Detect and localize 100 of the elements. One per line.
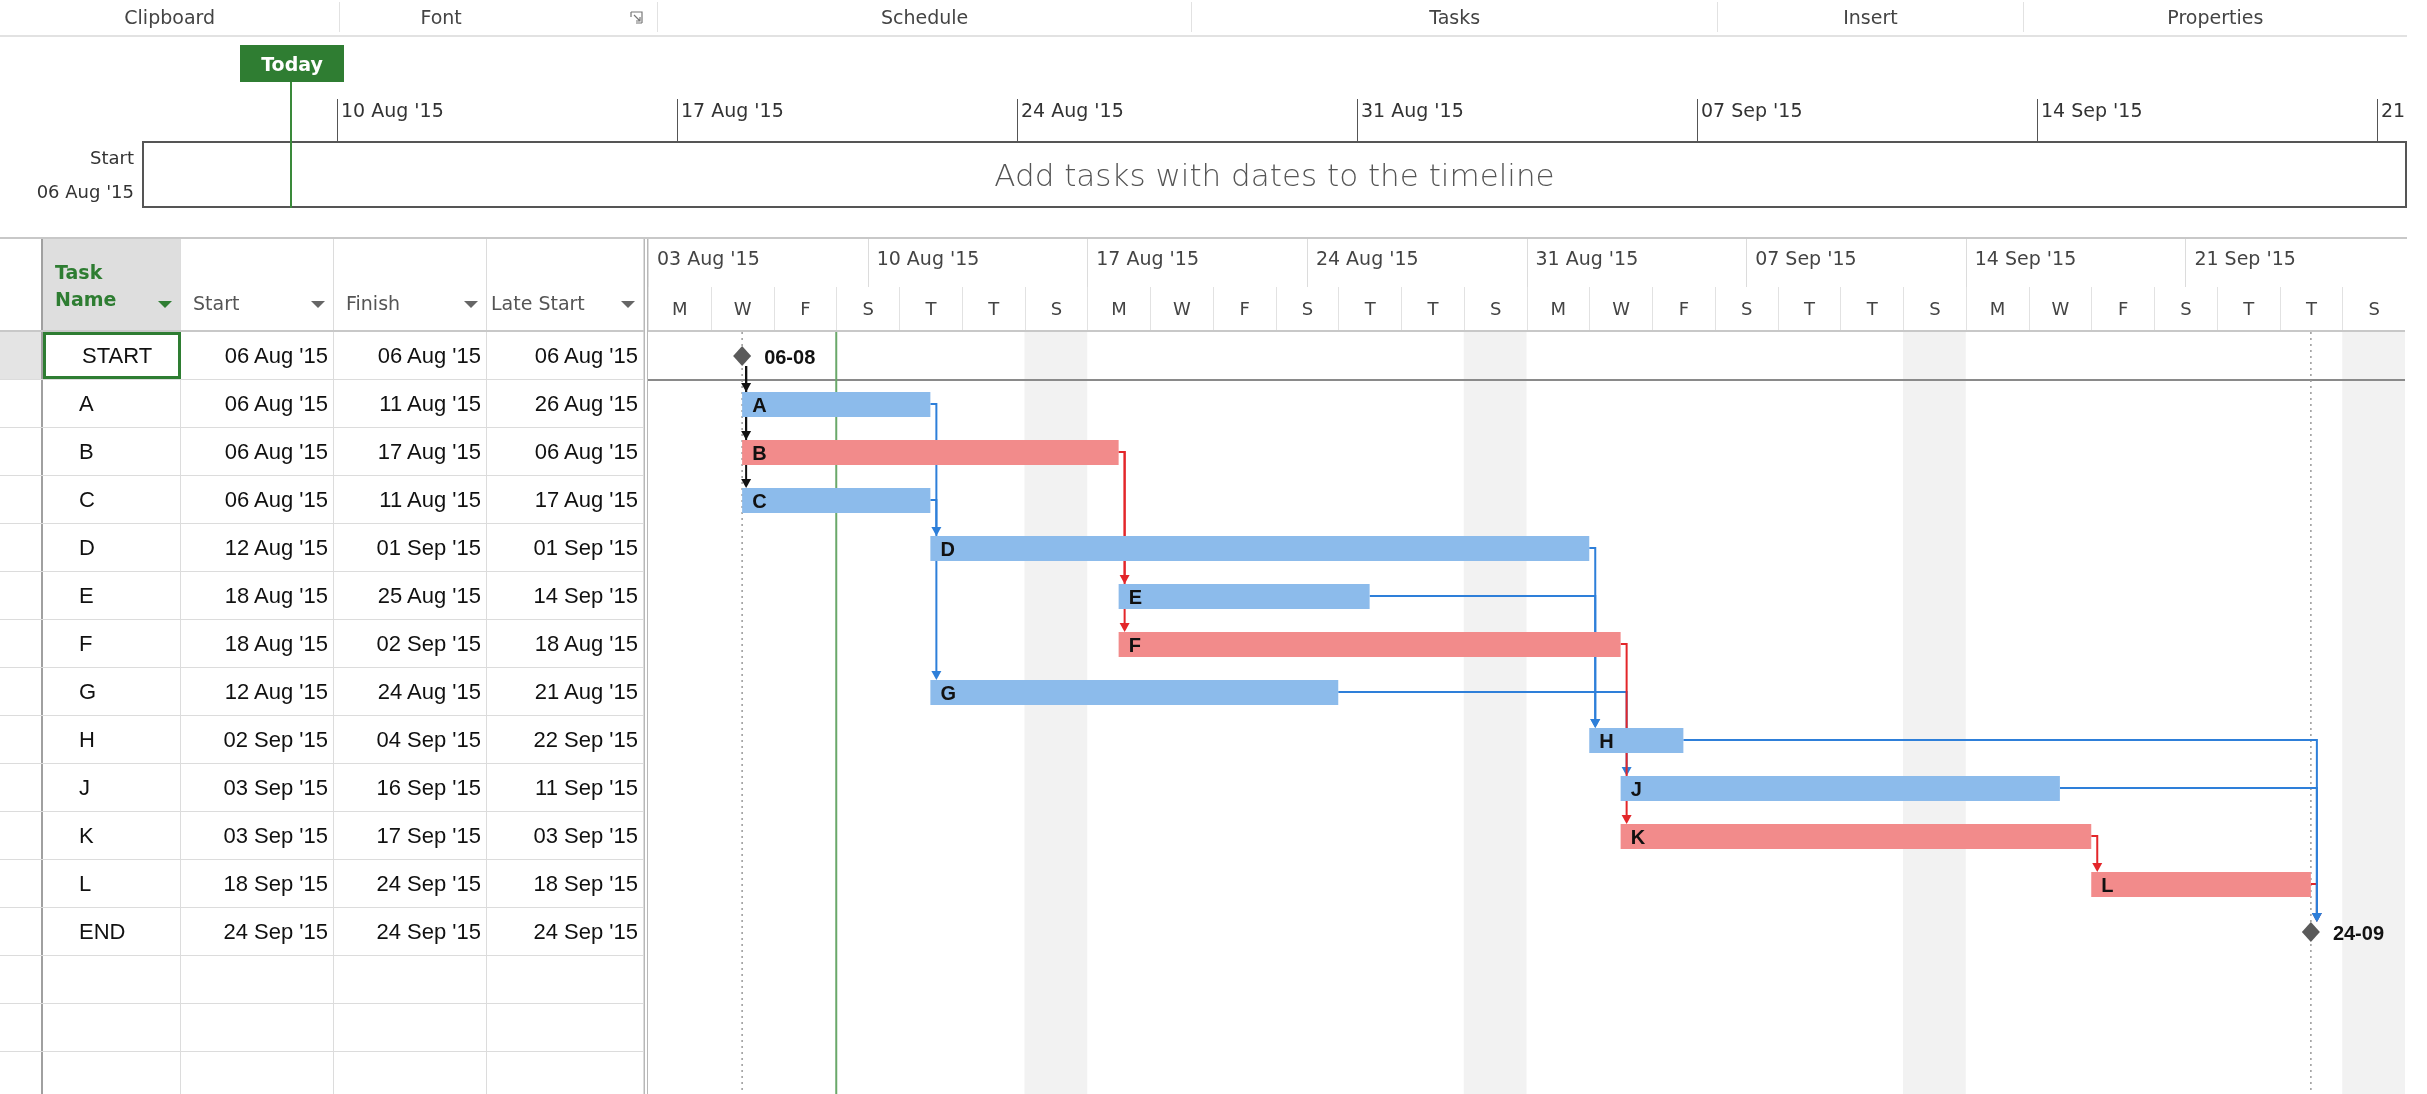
timescale-day-label: T: [1803, 298, 1815, 319]
column-header[interactable]: Task Name: [43, 239, 181, 330]
table-cell: C: [43, 476, 181, 523]
bar-label: B: [752, 442, 767, 464]
table-cell: 24 Sep '15: [181, 908, 334, 955]
table-cell: 11 Sep '15: [487, 764, 644, 811]
timescale-week-label: 24 Aug '15: [1315, 247, 1419, 269]
timescale-day-label: S: [1929, 298, 1941, 319]
timeline-date-label: 24 Aug '15: [1021, 99, 1124, 121]
table-cell: H: [43, 716, 181, 763]
timescale-week-label: 07 Sep '15: [1755, 247, 1857, 269]
dropdown-caret-icon[interactable]: [158, 301, 172, 308]
timescale-day-label: M: [672, 298, 688, 319]
bar-label: L: [2101, 874, 2114, 896]
table-cell: 06 Aug '15: [181, 332, 334, 379]
row-selector[interactable]: [0, 332, 43, 379]
timescale-week-label: 14 Sep '15: [1974, 247, 2077, 269]
timeline-placeholder: Add tasks with dates to the timeline: [994, 156, 1555, 193]
table-cell: 24 Sep '15: [334, 908, 487, 955]
timescale-day-label: S: [1301, 298, 1314, 319]
table-cell: 02 Sep '15: [334, 620, 487, 667]
dropdown-caret-icon[interactable]: [621, 301, 635, 308]
timescale-day-label: M: [1989, 298, 2006, 319]
table-cell: 18 Aug '15: [181, 572, 334, 619]
timeline-date-label: 14 Sep '15: [2041, 99, 2143, 121]
table-cell: 03 Sep '15: [487, 812, 644, 859]
dropdown-caret-icon[interactable]: [464, 301, 478, 308]
table-cell: 01 Sep '15: [487, 524, 644, 571]
table-cell: E: [43, 572, 181, 619]
table-cell: 24 Sep '15: [487, 908, 644, 955]
bar-label: G: [940, 682, 956, 704]
bar-label: F: [1128, 634, 1141, 656]
table-cell: J: [43, 764, 181, 811]
table-cell: 17 Aug '15: [487, 476, 644, 523]
table-cell: F: [43, 620, 181, 667]
table-cell: START: [43, 332, 181, 379]
table-cell: 24 Aug '15: [334, 668, 487, 715]
timeline-start-label: Start: [90, 147, 134, 169]
table-cell: 06 Aug '15: [334, 332, 487, 379]
bar-label: K: [1630, 826, 1646, 848]
timescale-day-label: F: [1239, 298, 1250, 319]
table-cell: 06 Aug '15: [181, 380, 334, 427]
milestone-label: 24-09: [2332, 922, 2385, 944]
table-cell: 11 Aug '15: [334, 380, 487, 427]
timeline-date-label: 07 Sep '15: [1701, 99, 1803, 121]
milestone-label: 06-08: [764, 346, 816, 368]
table-cell: 14 Sep '15: [487, 572, 644, 619]
table-cell: 26 Aug '15: [487, 380, 644, 427]
dialog-launcher-icon[interactable]: [630, 11, 643, 24]
timeline-date-label: 31 Aug '15: [1361, 99, 1464, 121]
timescale-day-label: T: [1364, 298, 1376, 319]
milestone-diamond-icon[interactable]: [2301, 922, 2320, 942]
bar-label: J: [1630, 778, 1642, 800]
table-cell: END: [43, 908, 181, 955]
table-cell: 06 Aug '15: [487, 332, 644, 379]
table-cell: A: [43, 380, 181, 427]
timescale-day-label: T: [2243, 298, 2255, 319]
bar-label: D: [940, 538, 955, 560]
table-cell: D: [43, 524, 181, 571]
timescale-week-label: 17 Aug '15: [1096, 247, 1199, 269]
column-header[interactable]: Finish: [334, 239, 487, 330]
table-cell: K: [43, 812, 181, 859]
timescale-day-label: M: [1111, 298, 1127, 319]
bar-label: C: [752, 490, 767, 512]
column-header[interactable]: Late Start: [487, 239, 644, 330]
table-cell: 21 Aug '15: [487, 668, 644, 715]
table-cell: 12 Aug '15: [181, 668, 334, 715]
timescale-day-label: T: [925, 298, 937, 319]
table-cell: 16 Sep '15: [334, 764, 487, 811]
timescale-week-label: 21 Sep '15: [2194, 247, 2296, 269]
table-cell: 17 Sep '15: [334, 812, 487, 859]
table-cell: 06 Aug '15: [487, 428, 644, 475]
ribbon-group-label: Clipboard: [124, 6, 216, 28]
timescale-day-label: F: [2117, 298, 2129, 319]
timescale-day-label: W: [1612, 298, 1631, 319]
timescale-week-label: 03 Aug '15: [657, 247, 760, 269]
table-cell: 12 Aug '15: [181, 524, 334, 571]
task-bar[interactable]: [1589, 728, 1684, 753]
table-cell: 18 Sep '15: [487, 860, 644, 907]
milestone-diamond-icon[interactable]: [733, 346, 752, 366]
dropdown-caret-icon[interactable]: [311, 301, 325, 308]
table-cell: 11 Aug '15: [334, 476, 487, 523]
table-cell: 17 Aug '15: [334, 428, 487, 475]
timescale-day-label: W: [733, 298, 752, 319]
timeline-bar[interactable]: Add tasks with dates to the timeline: [142, 141, 2407, 208]
table-cell: 04 Sep '15: [334, 716, 487, 763]
table-cell: 18 Aug '15: [181, 620, 334, 667]
table-cell: 03 Sep '15: [181, 812, 334, 859]
bar-label: H: [1599, 730, 1614, 752]
ribbon-group-label: Properties: [2167, 6, 2264, 28]
timescale-week-label: 31 Aug '15: [1535, 247, 1639, 269]
column-header[interactable]: Start: [181, 239, 334, 330]
table-cell: 18 Sep '15: [181, 860, 334, 907]
timescale-day-label: T: [988, 298, 1000, 319]
timeline-date-label: 21: [2381, 99, 2406, 121]
timeline-start-date: 06 Aug '15: [36, 180, 134, 202]
timeline-date-label: 10 Aug '15: [341, 99, 444, 121]
ribbon-group-label: Schedule: [880, 6, 969, 28]
timescale-day-label: F: [800, 298, 811, 319]
bar-label: A: [752, 394, 767, 416]
